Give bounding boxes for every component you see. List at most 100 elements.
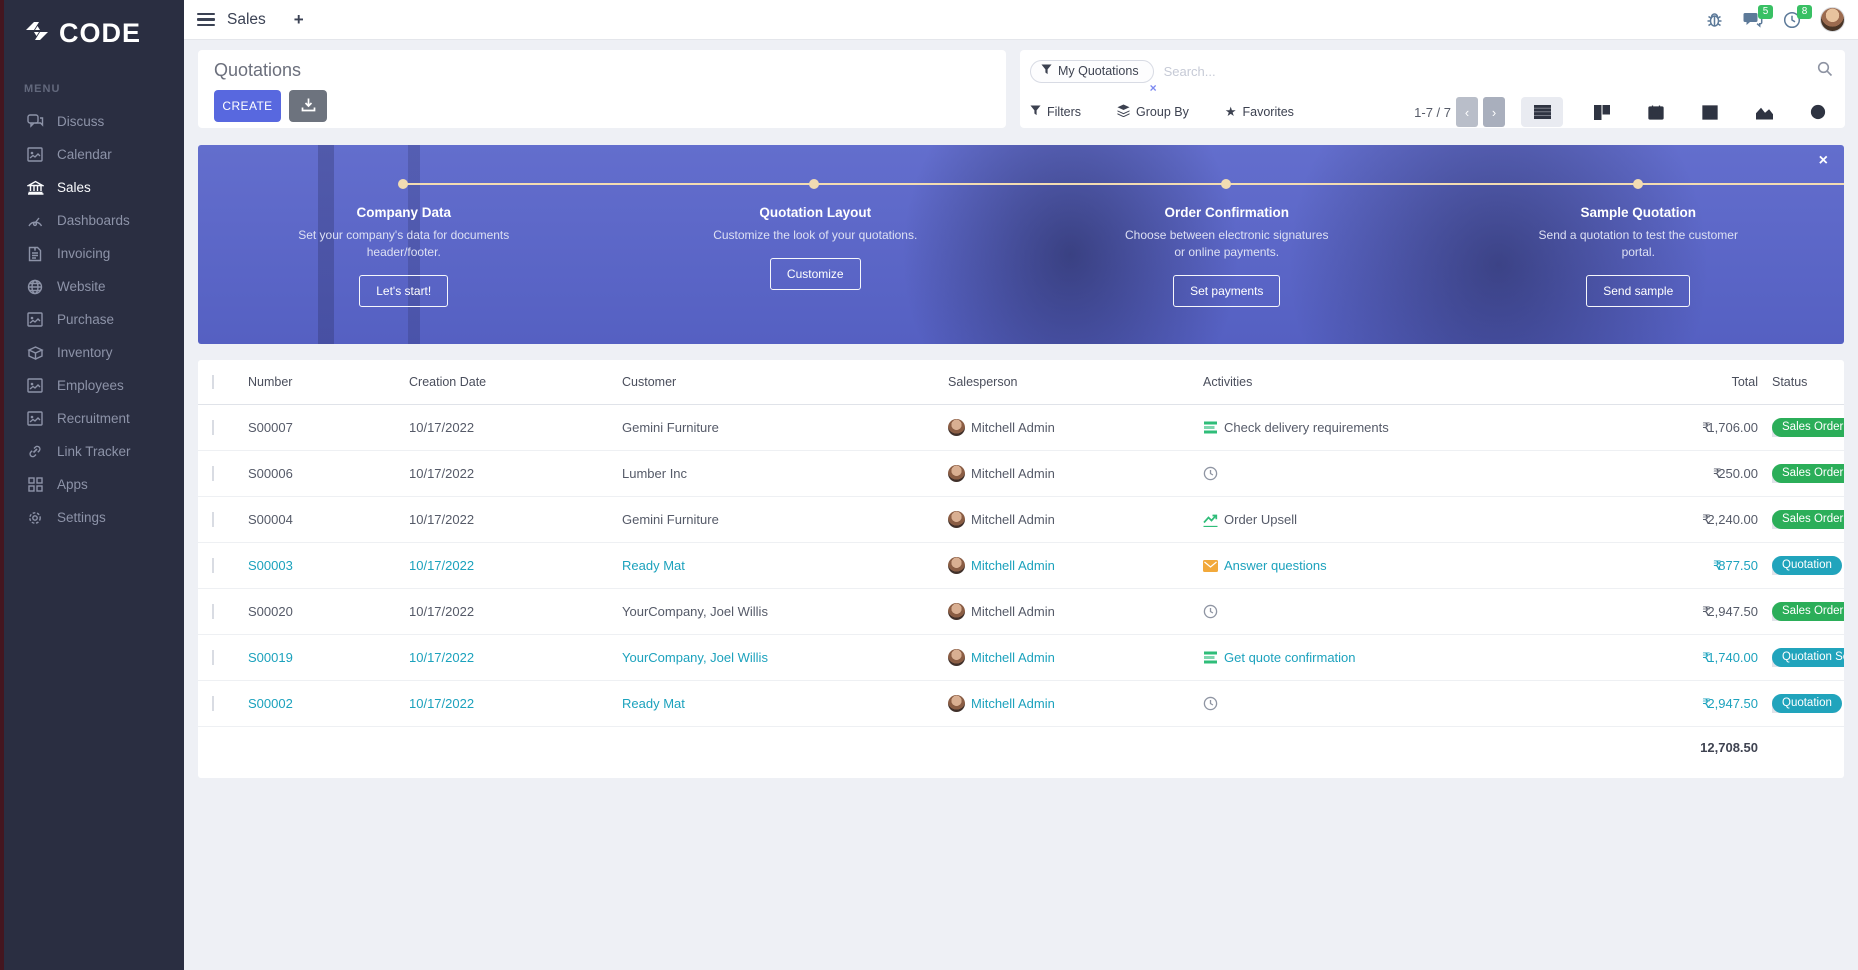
- sum-total: 12,708.50: [1588, 740, 1758, 755]
- sidebar: CODE MENU Discuss Calendar Sales Dashboa…: [4, 0, 184, 970]
- row-checkbox[interactable]: [212, 650, 214, 665]
- column-header-activities[interactable]: Activities: [1203, 375, 1588, 389]
- salesperson-avatar: [948, 465, 965, 482]
- pager-range: 1-7 / 7: [1414, 105, 1451, 120]
- lets-start-button[interactable]: Let's start!: [359, 275, 448, 307]
- user-avatar[interactable]: [1820, 7, 1845, 32]
- sidebar-item-website[interactable]: Website: [4, 270, 184, 303]
- search-bar[interactable]: My Quotations × Search...: [1030, 57, 1833, 85]
- customize-button[interactable]: Customize: [770, 258, 861, 290]
- salesperson-avatar: [948, 603, 965, 620]
- sidebar-item-calendar[interactable]: Calendar: [4, 138, 184, 171]
- table-row[interactable]: S00007 10/17/2022 Gemini Furniture Mitch…: [198, 405, 1844, 451]
- calendar-view-icon[interactable]: [1641, 97, 1671, 127]
- search-facet-my-quotations[interactable]: My Quotations ×: [1030, 60, 1154, 83]
- hamburger-menu-icon[interactable]: [197, 10, 215, 30]
- row-checkbox[interactable]: [212, 420, 214, 435]
- select-all-checkbox[interactable]: [212, 375, 214, 389]
- set-payments-button[interactable]: Set payments: [1173, 275, 1280, 307]
- salesperson-avatar: [948, 649, 965, 666]
- filters-button[interactable]: Filters: [1030, 105, 1081, 119]
- column-header-salesperson[interactable]: Salesperson: [948, 375, 1203, 389]
- status-badge: Quotation: [1772, 694, 1842, 713]
- activity-clock-icon[interactable]: [1203, 604, 1218, 619]
- sidebar-item-employees[interactable]: Employees: [4, 369, 184, 402]
- search-input[interactable]: Search...: [1164, 64, 1817, 79]
- column-header-customer[interactable]: Customer: [622, 375, 948, 389]
- sidebar-item-purchase[interactable]: Purchase: [4, 303, 184, 336]
- column-header-creation-date[interactable]: Creation Date: [409, 375, 622, 389]
- banner-close-icon[interactable]: ×: [1819, 153, 1828, 169]
- sidebar-item-dashboards[interactable]: Dashboards: [4, 204, 184, 237]
- sidebar-item-apps[interactable]: Apps: [4, 468, 184, 501]
- debug-bug-icon[interactable]: [1703, 9, 1725, 31]
- website-icon: [26, 278, 44, 296]
- export-button[interactable]: [289, 90, 327, 122]
- row-checkbox[interactable]: [212, 466, 214, 481]
- activity-list-icon[interactable]: [1203, 420, 1218, 435]
- timeline-dot: [1221, 179, 1231, 189]
- column-header-status[interactable]: Status: [1772, 375, 1844, 389]
- control-panel-left: Quotations CREATE: [198, 50, 1006, 128]
- messages-icon[interactable]: 5: [1742, 9, 1764, 31]
- brand-logo[interactable]: CODE: [4, 0, 184, 49]
- column-header-total[interactable]: Total: [1588, 375, 1758, 389]
- search-options-row: Filters Group By ★ Favorites 1-7 / 7 ‹ ›: [1030, 96, 1833, 128]
- table-row[interactable]: S00019 10/17/2022 YourCompany, Joel Will…: [198, 635, 1844, 681]
- status-badge: Quotation Sent: [1772, 648, 1844, 667]
- pager-next-button[interactable]: ›: [1483, 97, 1505, 127]
- sidebar-item-sales[interactable]: Sales: [4, 171, 184, 204]
- sidebar-item-settings[interactable]: Settings: [4, 501, 184, 534]
- table-row[interactable]: S00002 10/17/2022 Ready Mat Mitchell Adm…: [198, 681, 1844, 727]
- page-title: Quotations: [214, 60, 1006, 81]
- send-sample-button[interactable]: Send sample: [1586, 275, 1690, 307]
- salesperson-avatar: [948, 695, 965, 712]
- timeline-dot: [398, 179, 408, 189]
- facet-remove-icon[interactable]: ×: [1150, 81, 1157, 95]
- facet-label: My Quotations: [1058, 64, 1139, 78]
- sidebar-item-inventory[interactable]: Inventory: [4, 336, 184, 369]
- star-icon: ★: [1225, 106, 1237, 118]
- control-panel-right: My Quotations × Search... Filters: [1020, 50, 1845, 128]
- group-by-button[interactable]: Group By: [1117, 104, 1189, 120]
- favorites-button[interactable]: ★ Favorites: [1225, 105, 1294, 119]
- row-checkbox[interactable]: [212, 512, 214, 527]
- activity-mail-icon[interactable]: [1203, 558, 1218, 573]
- inventory-icon: [26, 344, 44, 362]
- content: Quotations CREATE My Quotations × Sea: [184, 40, 1858, 970]
- search-icon[interactable]: [1817, 61, 1833, 82]
- download-icon: [301, 97, 316, 115]
- status-badge: Sales Order: [1772, 418, 1844, 437]
- sidebar-item-link-tracker[interactable]: Link Tracker: [4, 435, 184, 468]
- timeline-line: [403, 183, 1844, 185]
- quotations-table: Number Creation Date Customer Salesperso…: [198, 360, 1844, 778]
- table-row[interactable]: S00006 10/17/2022 Lumber Inc Mitchell Ad…: [198, 451, 1844, 497]
- activity-clock-icon[interactable]: 8: [1781, 9, 1803, 31]
- new-tab-button[interactable]: +: [294, 10, 304, 30]
- activity-clock-icon[interactable]: [1203, 466, 1218, 481]
- list-view-icon[interactable]: [1521, 97, 1563, 127]
- column-header-number[interactable]: Number: [248, 375, 409, 389]
- app-title[interactable]: Sales: [227, 11, 266, 29]
- pager-previous-button[interactable]: ‹: [1456, 97, 1478, 127]
- sidebar-item-invoicing[interactable]: Invoicing: [4, 237, 184, 270]
- image-placeholder-icon: [26, 410, 44, 428]
- table-row[interactable]: S00020 10/17/2022 YourCompany, Joel Will…: [198, 589, 1844, 635]
- table-row[interactable]: S00004 10/17/2022 Gemini Furniture Mitch…: [198, 497, 1844, 543]
- activity-clock-icon[interactable]: [1203, 696, 1218, 711]
- table-row[interactable]: S00003 10/17/2022 Ready Mat Mitchell Adm…: [198, 543, 1844, 589]
- row-checkbox[interactable]: [212, 558, 214, 573]
- graph-view-icon[interactable]: [1749, 97, 1779, 127]
- sidebar-item-discuss[interactable]: Discuss: [4, 105, 184, 138]
- kanban-view-icon[interactable]: [1587, 97, 1617, 127]
- create-button[interactable]: CREATE: [214, 90, 281, 122]
- row-checkbox[interactable]: [212, 604, 214, 619]
- activity-list-icon[interactable]: [1203, 650, 1218, 665]
- table-sum-row: 12,708.50: [198, 727, 1844, 768]
- activity-count-badge: 8: [1797, 5, 1812, 19]
- sidebar-item-recruitment[interactable]: Recruitment: [4, 402, 184, 435]
- activity-chart-icon[interactable]: [1203, 512, 1218, 527]
- row-checkbox[interactable]: [212, 696, 214, 711]
- activity-view-icon[interactable]: [1803, 97, 1833, 127]
- pivot-view-icon[interactable]: [1695, 97, 1725, 127]
